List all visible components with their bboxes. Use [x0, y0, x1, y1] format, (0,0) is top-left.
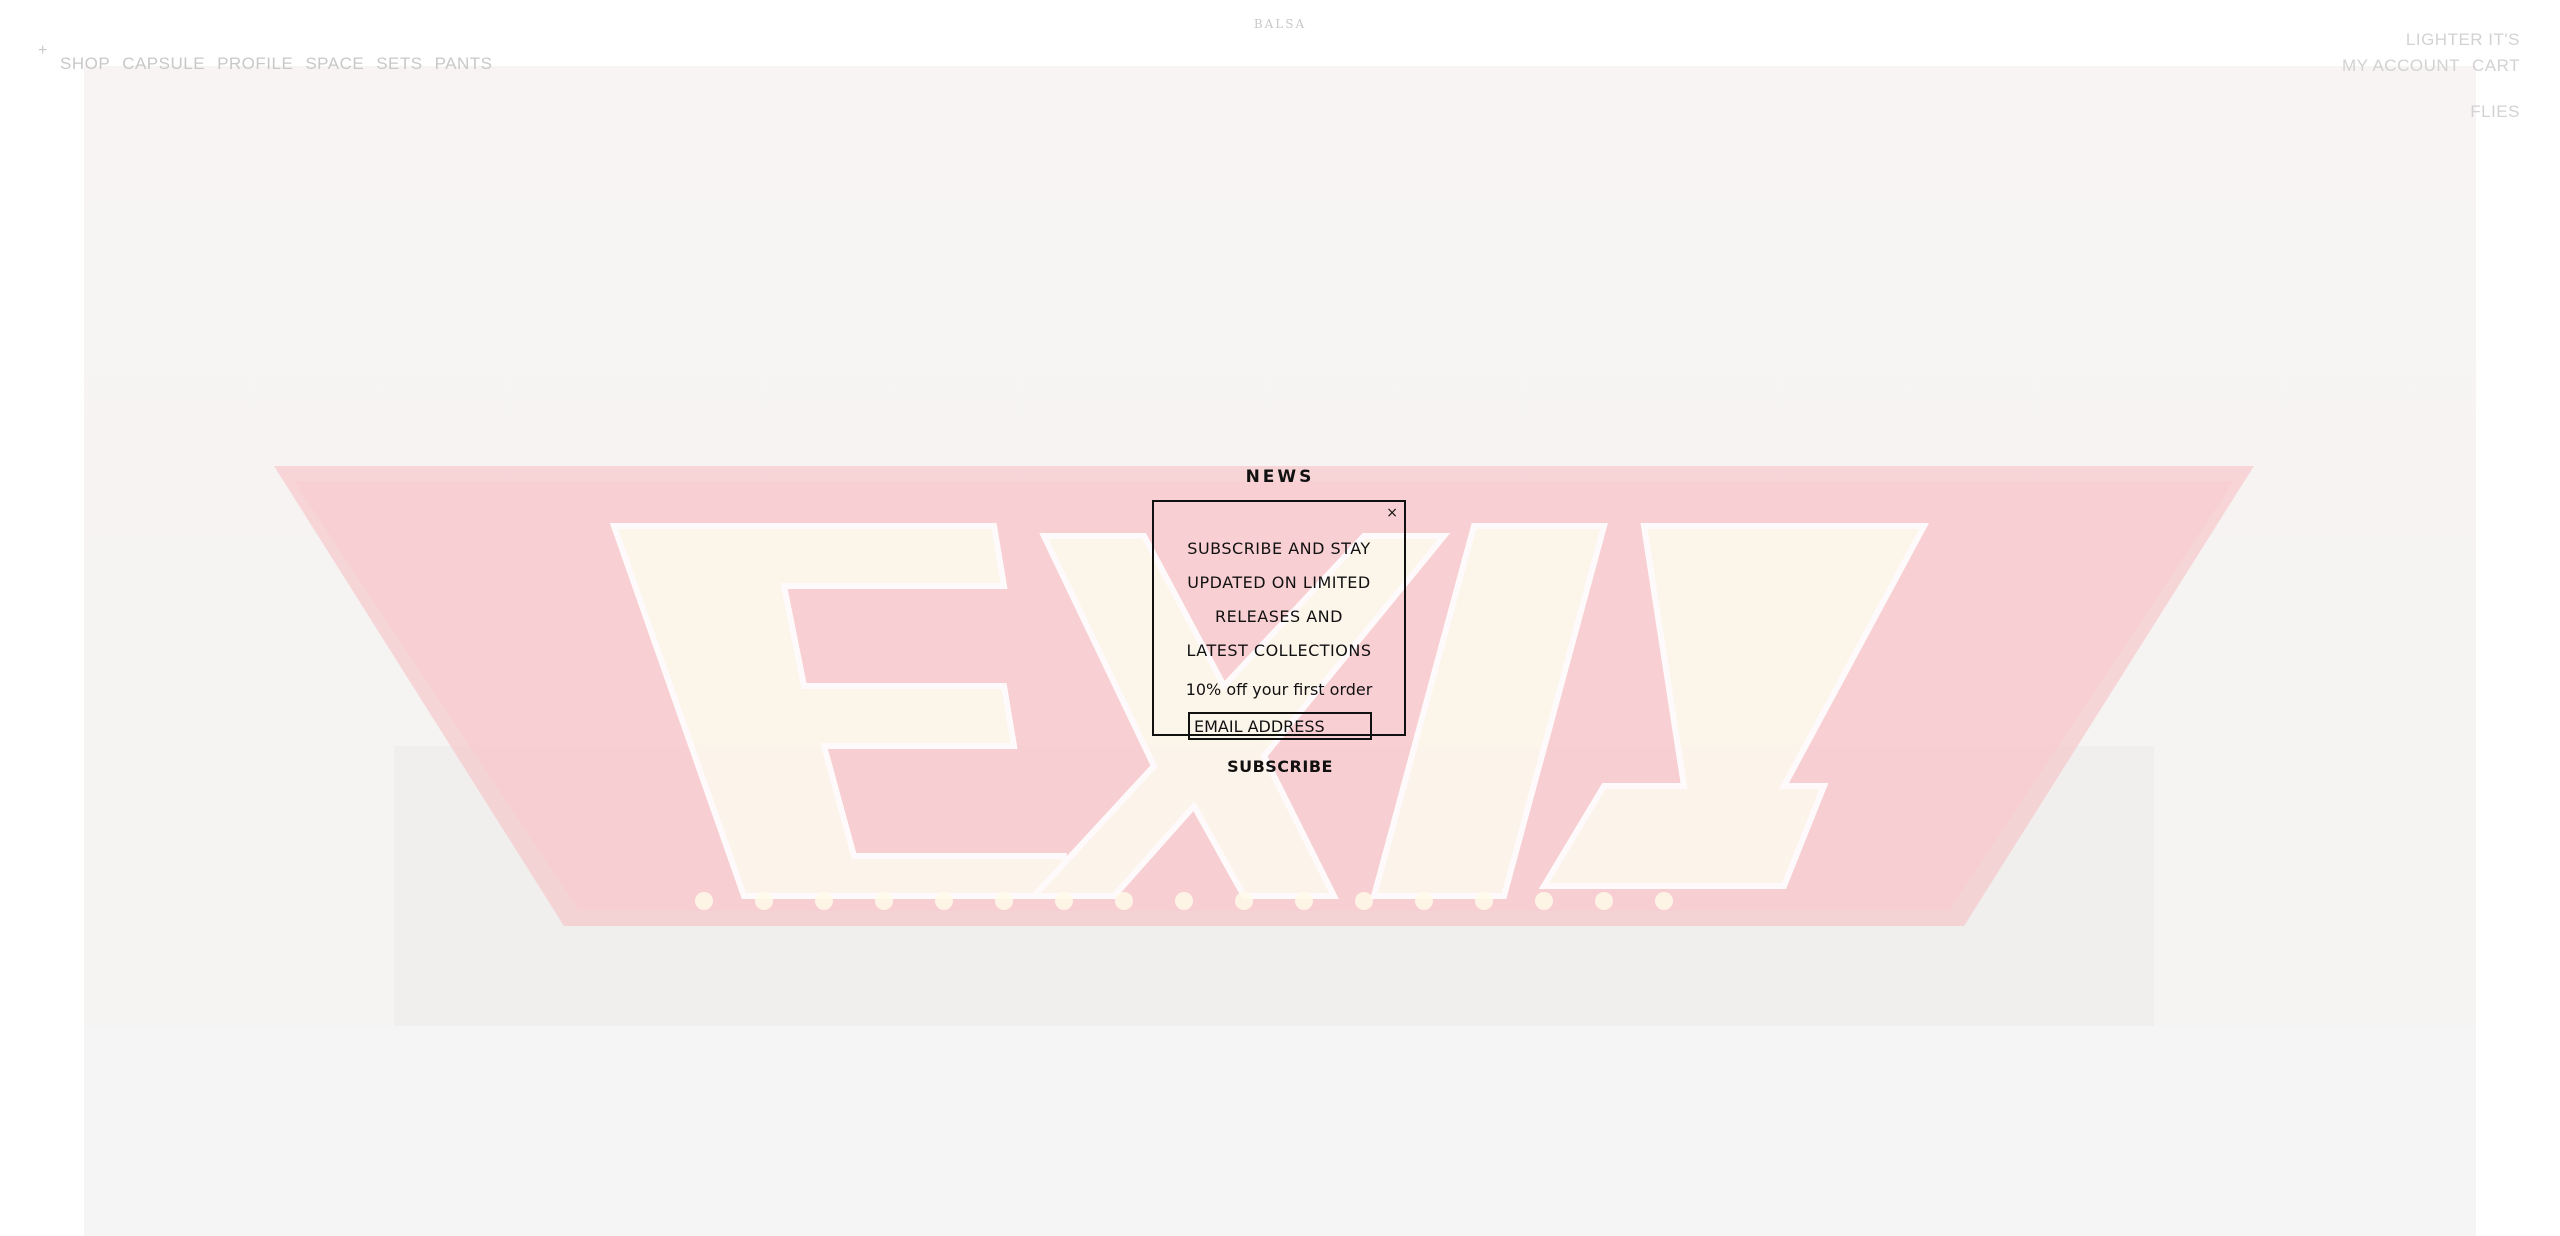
email-field[interactable]: [1188, 712, 1372, 740]
site-header: BALSA + SHOP CAPSULE PROFILE SPACE SETS …: [0, 0, 2560, 121]
nav-item-shop[interactable]: SHOP: [60, 54, 110, 74]
newsletter-modal: × SUBSCRIBE AND STAY UPDATED ON LIMITED …: [1152, 500, 1406, 740]
subscribe-button[interactable]: SUBSCRIBE: [1180, 756, 1380, 777]
nav-item-pants[interactable]: PANTS: [435, 54, 493, 74]
main-nav: SHOP CAPSULE PROFILE SPACE SETS PANTS: [60, 54, 493, 74]
newsletter-message: SUBSCRIBE AND STAY UPDATED ON LIMITED RE…: [1154, 532, 1404, 668]
site-logo[interactable]: BALSA: [1240, 17, 1320, 31]
nav-item-profile[interactable]: PROFILE: [217, 54, 293, 74]
discount-offer: 10% off your first order: [1185, 680, 1373, 699]
nav-item-space[interactable]: SPACE: [305, 54, 364, 74]
message-line: UPDATED ON LIMITED: [1187, 573, 1371, 592]
header-link-flies[interactable]: FLIES: [2342, 102, 2520, 122]
close-icon[interactable]: ×: [1386, 506, 1398, 520]
message-line: RELEASES AND: [1215, 607, 1343, 626]
my-account-link[interactable]: MY ACCOUNT: [2342, 56, 2460, 76]
header-right-links: LIGHTER IT'S MY ACCOUNT CART FLIES: [2342, 30, 2520, 122]
plus-icon[interactable]: +: [38, 42, 47, 60]
message-line: LATEST COLLECTIONS: [1186, 641, 1372, 660]
message-line: SUBSCRIBE AND STAY: [1187, 539, 1371, 558]
nav-item-sets[interactable]: SETS: [376, 54, 422, 74]
cart-link[interactable]: CART: [2472, 56, 2520, 76]
newsletter-title: NEWS: [1245, 467, 1315, 487]
nav-item-capsule[interactable]: CAPSULE: [122, 54, 205, 74]
header-link-lighter[interactable]: LIGHTER IT'S: [2342, 30, 2520, 50]
account-cart-row: MY ACCOUNT CART: [2342, 56, 2520, 76]
